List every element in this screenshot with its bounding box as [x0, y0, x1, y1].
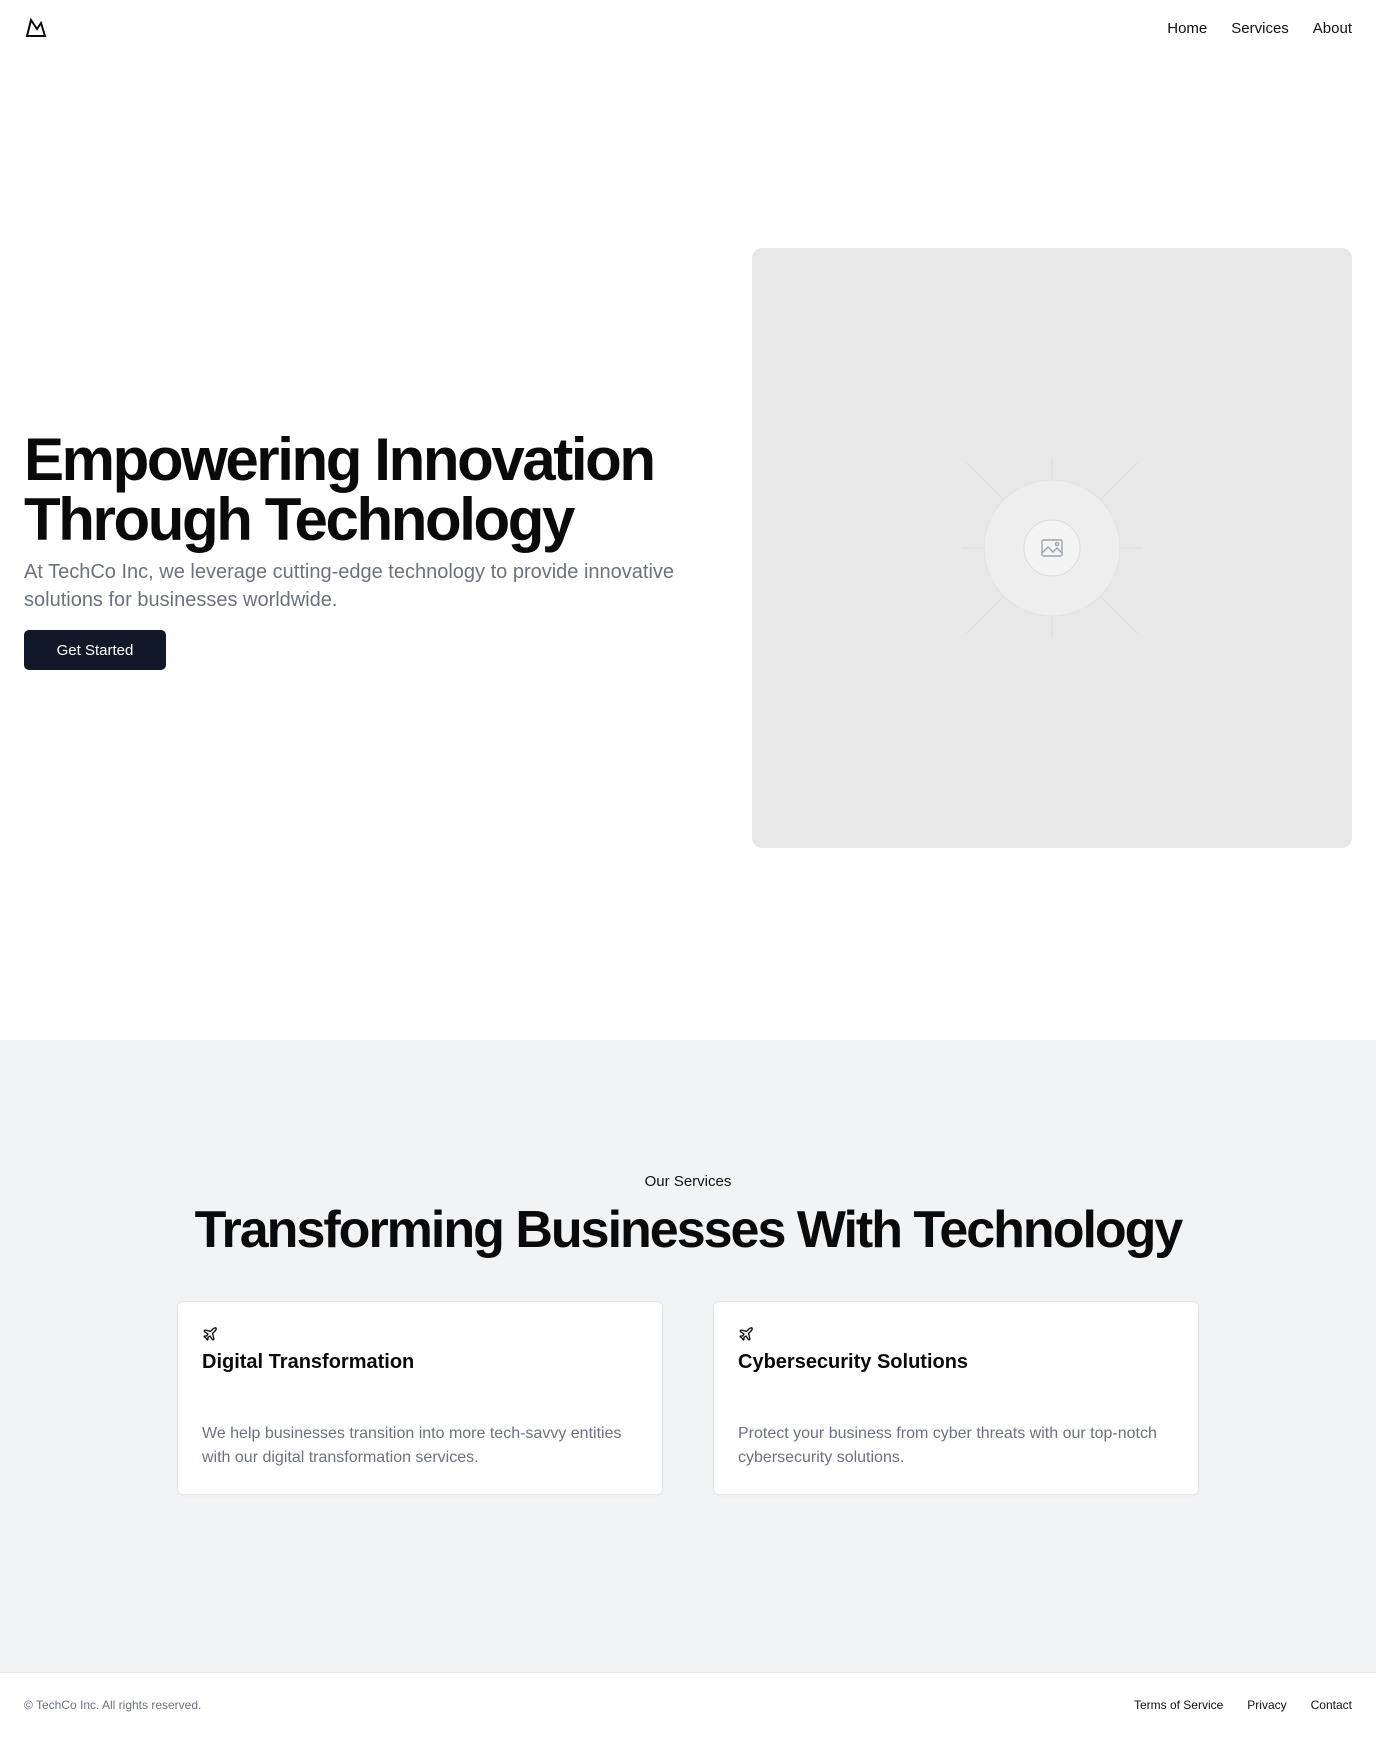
- service-cards: Digital Transformation We help businesse…: [177, 1301, 1199, 1495]
- plane-icon: [739, 1327, 753, 1341]
- service-card-description: We help businesses transition into more …: [202, 1425, 622, 1466]
- hero-image-placeholder: [752, 248, 1352, 848]
- service-card: Digital Transformation We help businesse…: [177, 1301, 663, 1495]
- get-started-button[interactable]: Get Started: [24, 630, 166, 670]
- hero-title-line-2: Through Technology: [24, 486, 575, 553]
- plane-icon: [203, 1327, 217, 1341]
- service-card-description: Protect your business from cyber threats…: [738, 1425, 1157, 1466]
- services-section: Our Services Transforming Businesses Wit…: [0, 1040, 1376, 1672]
- service-card: Cybersecurity Solutions Protect your bus…: [713, 1301, 1199, 1495]
- hero-section: Empowering Innovation Through Technology…: [0, 0, 1376, 1040]
- services-title: Transforming Businesses With Technology: [194, 1201, 1184, 1259]
- hero-subtitle: At TechCo Inc, we leverage cutting-edge …: [24, 561, 675, 611]
- hero-title-line-1: Empowering Innovation: [24, 426, 656, 493]
- service-card-title: Cybersecurity Solutions: [738, 1351, 969, 1373]
- privacy-link[interactable]: Privacy: [1247, 1698, 1286, 1712]
- services-eyebrow: Our Services: [644, 1173, 732, 1190]
- footer-nav: Terms of Service Privacy Contact: [1134, 1698, 1352, 1712]
- service-card-title: Digital Transformation: [202, 1351, 415, 1373]
- image-placeholder-icon: [962, 458, 1142, 638]
- hero-title: Empowering Innovation Through Technology: [24, 430, 684, 550]
- copyright-text: © TechCo Inc. All rights reserved.: [24, 1698, 202, 1712]
- site-footer: © TechCo Inc. All rights reserved. Terms…: [0, 1672, 1376, 1737]
- terms-of-service-link[interactable]: Terms of Service: [1134, 1698, 1223, 1712]
- contact-link[interactable]: Contact: [1311, 1698, 1352, 1712]
- hero-text: Empowering Innovation Through Technology…: [24, 430, 684, 670]
